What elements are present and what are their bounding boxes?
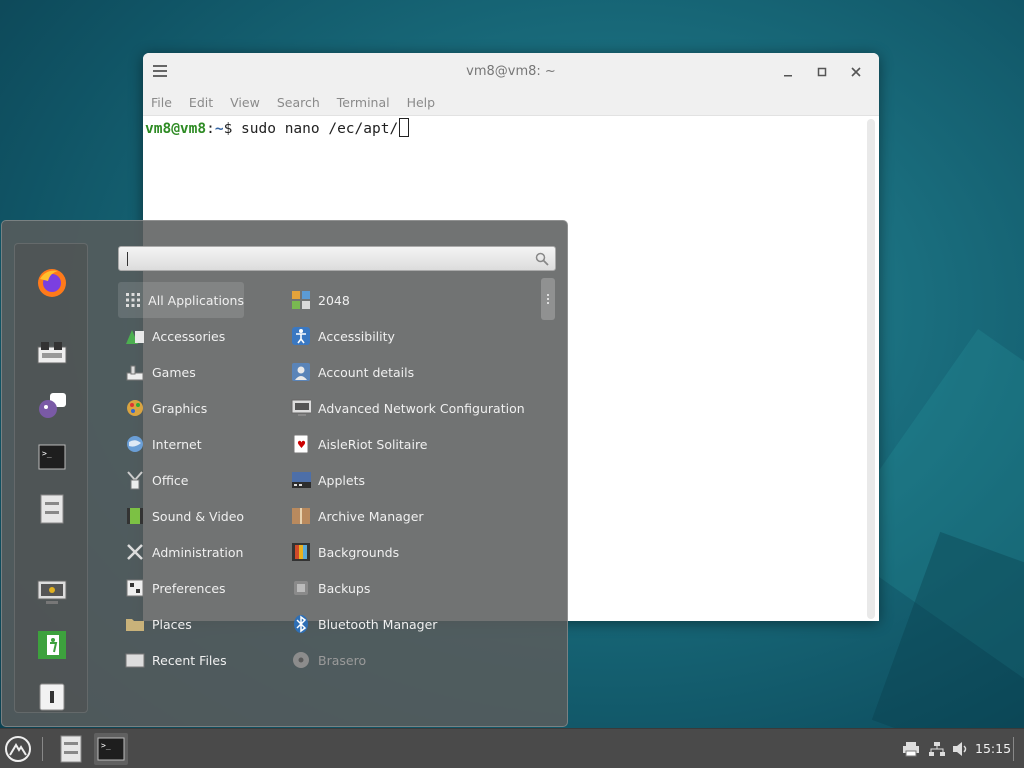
menu-scrollbar[interactable] [541,278,555,320]
files-icon[interactable] [56,733,86,765]
close-button[interactable] [843,61,869,83]
games-icon [125,362,145,382]
category-office[interactable]: Office [118,462,244,498]
shutdown-icon[interactable] [35,680,69,714]
category-graphics[interactable]: Graphics [118,390,244,426]
taskbar: >_ 15:15 [0,728,1024,768]
category-internet[interactable]: Internet [118,426,244,462]
hamburger-menu-icon[interactable] [153,65,167,77]
app-bluetooth-manager[interactable]: Bluetooth Manager [285,606,535,642]
category-games[interactable]: Games [118,354,244,390]
pidgin-icon[interactable] [35,388,69,422]
2048-icon [291,290,311,310]
bluetooth-icon [291,614,311,634]
app-advanced-network-configuration[interactable]: Advanced Network Configuration [285,390,535,426]
title-bar[interactable]: vm8@vm8: ~ [143,53,879,90]
maximize-icon [817,67,827,77]
category-preferences[interactable]: Preferences [118,570,244,606]
backgrounds-icon [291,542,311,562]
maximize-button[interactable] [809,61,835,83]
minimize-button[interactable] [775,61,801,83]
terminal-icon[interactable]: >_ [35,440,69,474]
application-list: 2048 Accessibility Account details Advan… [285,282,535,678]
scrollbar[interactable] [867,119,875,619]
app-applets[interactable]: Applets [285,462,535,498]
prompt-path: ~ [214,121,224,137]
grid-icon [125,290,141,310]
prompt-separator: : [206,121,215,137]
menu-view[interactable]: View [230,95,260,110]
prompt-user: vm8@vm8 [145,121,207,137]
command-text: sudo nano /ec/apt/ [232,121,399,137]
favorites-panel: >_ [14,243,88,713]
category-list: All Applications Accessories Games Graph… [118,282,244,678]
network-icon[interactable] [926,733,948,765]
category-places[interactable]: Places [118,606,244,642]
volume-icon[interactable] [950,733,972,765]
search-input[interactable] [118,246,556,271]
lock-screen-icon[interactable] [35,576,69,610]
menu-terminal[interactable]: Terminal [337,95,390,110]
taskbar-separator [42,737,43,761]
backups-icon [291,578,311,598]
category-sound-video[interactable]: Sound & Video [118,498,244,534]
menu-help[interactable]: Help [407,95,436,110]
category-accessories[interactable]: Accessories [118,318,244,354]
applets-icon [291,470,311,490]
terminal-icon[interactable]: >_ [94,733,128,765]
minimize-icon [784,75,792,77]
preferences-icon [125,578,145,598]
files-icon[interactable] [35,492,69,526]
menu-file[interactable]: File [151,95,172,110]
terminal-output[interactable]: vm8@vm8:~$ sudo nano /ec/apt/ [143,116,879,139]
menu-edit[interactable]: Edit [189,95,213,110]
menu-bar: File Edit View Search Terminal Help [143,90,879,116]
svg-text:>_: >_ [101,741,111,750]
folder-icon [125,614,145,634]
sound-video-icon [125,506,145,526]
text-cursor [399,118,410,137]
software-manager-icon[interactable] [35,336,69,370]
app-archive-manager[interactable]: Archive Manager [285,498,535,534]
category-recent-files[interactable]: Recent Files [118,642,244,678]
accessibility-icon [291,326,311,346]
prompt-symbol: $ [223,121,233,137]
category-administration[interactable]: Administration [118,534,244,570]
office-icon [125,470,145,490]
firefox-icon[interactable] [35,266,69,300]
menu-icon[interactable] [2,733,34,765]
app-accessibility[interactable]: Accessibility [285,318,535,354]
application-menu: >_ All Applications Accessories Games Gr… [1,220,568,727]
svg-text:♥: ♥ [297,440,306,451]
search-icon [535,252,549,266]
app-backups[interactable]: Backups [285,570,535,606]
brasero-icon [291,650,311,670]
clock[interactable]: 15:15 [975,741,1011,756]
logout-icon[interactable] [35,628,69,662]
app-brasero[interactable]: Brasero [285,642,535,678]
category-all-applications[interactable]: All Applications [118,282,244,318]
close-icon [851,67,861,77]
app-backgrounds[interactable]: Backgrounds [285,534,535,570]
graphics-icon [125,398,145,418]
printer-icon[interactable] [900,733,922,765]
administration-icon [125,542,145,562]
internet-icon [125,434,145,454]
recent-files-icon [125,650,145,670]
solitaire-icon: ♥ [291,434,311,454]
taskbar-separator [1013,737,1014,761]
svg-text:>_: >_ [42,449,52,458]
app-aisleriot-solitaire[interactable]: ♥ AisleRiot Solitaire [285,426,535,462]
app-account-details[interactable]: Account details [285,354,535,390]
menu-search[interactable]: Search [277,95,320,110]
network-config-icon [291,398,311,418]
accessories-icon [125,326,145,346]
archive-icon [291,506,311,526]
search-caret [127,252,128,266]
account-icon [291,362,311,382]
window-title: vm8@vm8: ~ [466,64,556,79]
app-2048[interactable]: 2048 [285,282,535,318]
